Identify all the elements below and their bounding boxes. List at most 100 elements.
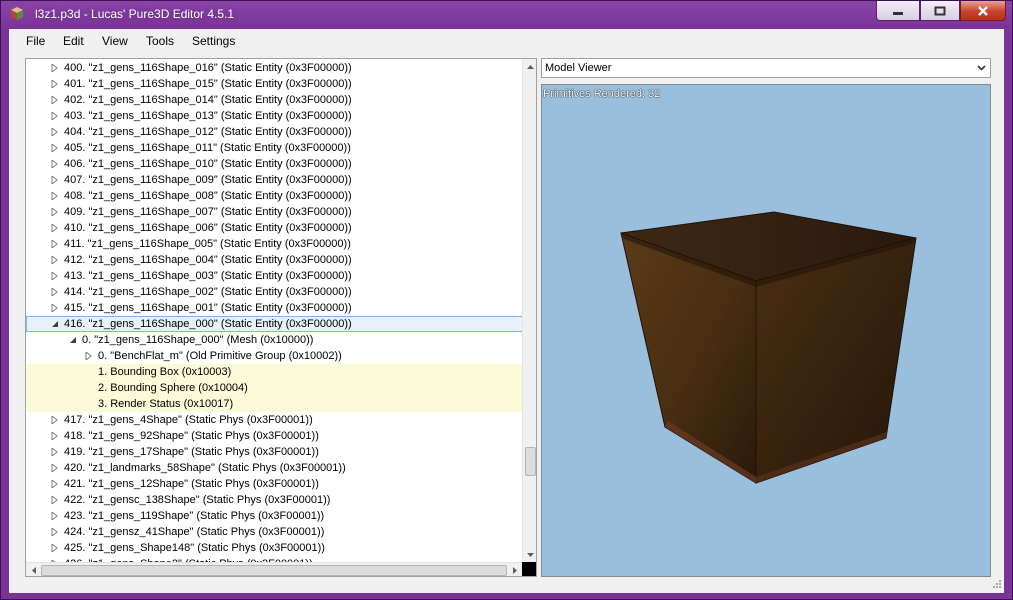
tree-node[interactable]: 403. "z1_gens_116Shape_013" (Static Enti… [26, 108, 522, 124]
collapse-arrow-icon[interactable] [51, 320, 59, 328]
title-bar[interactable]: l3z1.p3d - Lucas' Pure3D Editor 4.5.1 [1, 1, 1012, 29]
expand-arrow-icon[interactable] [51, 160, 59, 168]
tree-node[interactable]: 412. "z1_gens_116Shape_004" (Static Enti… [26, 252, 522, 268]
chevron-down-icon [976, 65, 986, 71]
expand-arrow-icon[interactable] [51, 240, 59, 248]
collapse-arrow-icon[interactable] [69, 336, 77, 344]
expand-arrow-icon[interactable] [51, 416, 59, 424]
expand-arrow-icon[interactable] [51, 128, 59, 136]
tree-node[interactable]: 2. Bounding Sphere (0x10004) [26, 380, 522, 396]
vertical-scroll-thumb[interactable] [525, 447, 536, 476]
scroll-up-button[interactable] [523, 59, 536, 74]
maximize-icon [934, 6, 946, 15]
tree-node-label: 405. "z1_gens_116Shape_011" (Static Enti… [64, 142, 351, 154]
tree-node-label: 409. "z1_gens_116Shape_007" (Static Enti… [64, 206, 352, 218]
tree-node-label: 408. "z1_gens_116Shape_008" (Static Enti… [64, 190, 352, 202]
dropdown-button[interactable] [973, 60, 989, 76]
expand-arrow-icon[interactable] [51, 224, 59, 232]
close-button[interactable] [960, 1, 1006, 21]
expand-arrow-icon[interactable] [51, 256, 59, 264]
expand-arrow-icon[interactable] [51, 480, 59, 488]
tree-node[interactable]: 421. "z1_gens_12Shape" (Static Phys (0x3… [26, 476, 522, 492]
window-title: l3z1.p3d - Lucas' Pure3D Editor 4.5.1 [35, 7, 235, 21]
expand-arrow-icon[interactable] [51, 496, 59, 504]
client-area: File Edit View Tools Settings 400. "z1_g… [9, 29, 1004, 593]
menu-settings[interactable]: Settings [192, 34, 235, 48]
scroll-left-button[interactable] [26, 563, 41, 576]
app-window: l3z1.p3d - Lucas' Pure3D Editor 4.5.1 Fi… [0, 0, 1013, 600]
minimize-button[interactable] [876, 1, 920, 21]
menu-file[interactable]: File [26, 34, 45, 48]
tree-node[interactable]: 405. "z1_gens_116Shape_011" (Static Enti… [26, 140, 522, 156]
expand-arrow-icon[interactable] [51, 176, 59, 184]
vertical-scrollbar[interactable] [522, 59, 536, 562]
viewer-mode-value: Model Viewer [545, 62, 612, 74]
maximize-button[interactable] [920, 1, 960, 21]
tree-node-label: 403. "z1_gens_116Shape_013" (Static Enti… [64, 110, 352, 122]
menu-edit[interactable]: Edit [63, 34, 84, 48]
scroll-right-button[interactable] [507, 563, 522, 576]
tree-node[interactable]: 413. "z1_gens_116Shape_003" (Static Enti… [26, 268, 522, 284]
expand-arrow-icon[interactable] [51, 112, 59, 120]
tree-node[interactable]: 418. "z1_gens_92Shape" (Static Phys (0x3… [26, 428, 522, 444]
expand-arrow-icon[interactable] [51, 448, 59, 456]
expand-arrow-icon[interactable] [51, 64, 59, 72]
expand-arrow-icon[interactable] [51, 96, 59, 104]
expand-arrow-icon[interactable] [51, 288, 59, 296]
expand-arrow-icon[interactable] [85, 352, 93, 360]
tree-node[interactable]: 411. "z1_gens_116Shape_005" (Static Enti… [26, 236, 522, 252]
horizontal-scrollbar[interactable] [26, 562, 522, 576]
expand-arrow-icon[interactable] [51, 80, 59, 88]
tree-node[interactable]: 419. "z1_gens_17Shape" (Static Phys (0x3… [26, 444, 522, 460]
tree-node[interactable]: 0. "BenchFlat_m" (Old Primitive Group (0… [26, 348, 522, 364]
tree-node[interactable]: 423. "z1_gens_119Shape" (Static Phys (0x… [26, 508, 522, 524]
resize-grip-icon[interactable] [992, 579, 1002, 589]
minimize-icon [893, 11, 903, 15]
tree-node[interactable]: 422. "z1_gensc_138Shape" (Static Phys (0… [26, 492, 522, 508]
menu-view[interactable]: View [102, 34, 128, 48]
tree-node[interactable]: 408. "z1_gens_116Shape_008" (Static Enti… [26, 188, 522, 204]
scroll-down-button[interactable] [523, 547, 536, 562]
tree-node[interactable]: 404. "z1_gens_116Shape_012" (Static Enti… [26, 124, 522, 140]
tree-node[interactable]: 1. Bounding Box (0x10003) [26, 364, 522, 380]
expand-arrow-icon[interactable] [51, 464, 59, 472]
tree-node[interactable]: 406. "z1_gens_116Shape_010" (Static Enti… [26, 156, 522, 172]
tree-node-label: 3. Render Status (0x10017) [98, 398, 234, 410]
model-viewport[interactable]: Primitives Rendered: 32 [541, 84, 991, 577]
tree-node[interactable]: 0. "z1_gens_116Shape_000" (Mesh (0x10000… [26, 332, 522, 348]
expand-arrow-icon[interactable] [51, 144, 59, 152]
expand-arrow-icon[interactable] [51, 432, 59, 440]
expand-arrow-icon[interactable] [51, 192, 59, 200]
app-icon[interactable] [9, 7, 25, 21]
tree-node-label: 0. "BenchFlat_m" (Old Primitive Group (0… [98, 350, 342, 362]
tree-node[interactable]: 417. "z1_gens_4Shape" (Static Phys (0x3F… [26, 412, 522, 428]
tree-node[interactable]: 407. "z1_gens_116Shape_009" (Static Enti… [26, 172, 522, 188]
chunk-tree[interactable]: 400. "z1_gens_116Shape_016" (Static Enti… [25, 58, 537, 577]
tree-node-label: 419. "z1_gens_17Shape" (Static Phys (0x3… [64, 446, 319, 458]
expand-arrow-icon[interactable] [51, 272, 59, 280]
tree-node[interactable]: 424. "z1_gensz_41Shape" (Static Phys (0x… [26, 524, 522, 540]
tree-node-label: 406. "z1_gens_116Shape_010" (Static Enti… [64, 158, 352, 170]
tree-node[interactable]: 425. "z1_gens_Shape148" (Static Phys (0x… [26, 540, 522, 556]
expand-arrow-icon[interactable] [51, 208, 59, 216]
tree-node[interactable]: 409. "z1_gens_116Shape_007" (Static Enti… [26, 204, 522, 220]
expand-arrow-icon[interactable] [51, 512, 59, 520]
tree-node-label: 425. "z1_gens_Shape148" (Static Phys (0x… [64, 542, 325, 554]
tree-node[interactable]: 420. "z1_landmarks_58Shape" (Static Phys… [26, 460, 522, 476]
tree-node[interactable]: 401. "z1_gens_116Shape_015" (Static Enti… [26, 76, 522, 92]
tree-node[interactable]: 414. "z1_gens_116Shape_002" (Static Enti… [26, 284, 522, 300]
expand-arrow-icon[interactable] [51, 528, 59, 536]
tree-node[interactable]: 415. "z1_gens_116Shape_001" (Static Enti… [26, 300, 522, 316]
expand-arrow-icon[interactable] [51, 304, 59, 312]
horizontal-scroll-thumb[interactable] [41, 565, 507, 576]
tree-node-label: 418. "z1_gens_92Shape" (Static Phys (0x3… [64, 430, 319, 442]
tree-node[interactable]: 416. "z1_gens_116Shape_000" (Static Enti… [26, 316, 524, 332]
expand-arrow-icon[interactable] [51, 544, 59, 552]
tree-node[interactable]: 402. "z1_gens_116Shape_014" (Static Enti… [26, 92, 522, 108]
menu-tools[interactable]: Tools [146, 34, 174, 48]
tree-node-label: 410. "z1_gens_116Shape_006" (Static Enti… [64, 222, 352, 234]
tree-node[interactable]: 3. Render Status (0x10017) [26, 396, 522, 412]
tree-node[interactable]: 410. "z1_gens_116Shape_006" (Static Enti… [26, 220, 522, 236]
tree-node[interactable]: 400. "z1_gens_116Shape_016" (Static Enti… [26, 60, 522, 76]
viewer-mode-select[interactable]: Model Viewer [541, 58, 991, 78]
